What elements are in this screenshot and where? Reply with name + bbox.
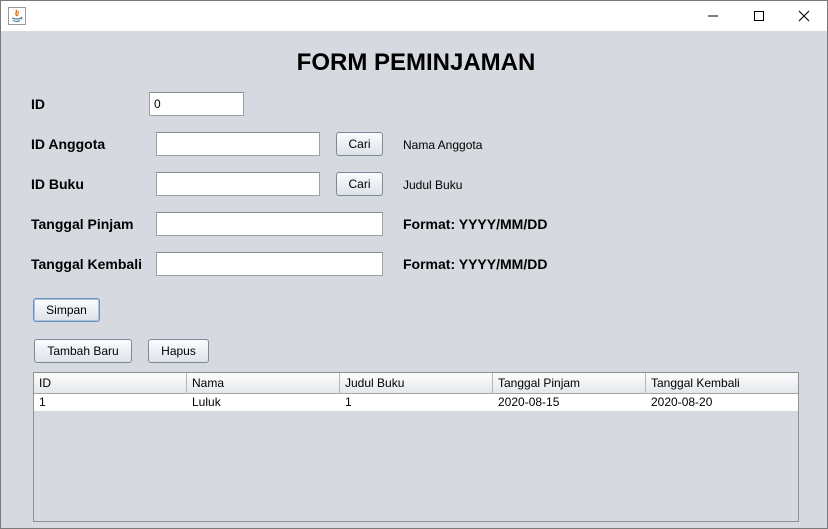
- nama-anggota-text: Nama Anggota: [403, 138, 483, 152]
- minimize-icon: [707, 10, 719, 22]
- judul-buku-text: Judul Buku: [403, 178, 463, 192]
- tanggal-pinjam-field[interactable]: [156, 212, 383, 236]
- maximize-icon: [753, 10, 765, 22]
- tambah-baru-button[interactable]: Tambah Baru: [34, 339, 132, 363]
- column-header-tanggal-kembali[interactable]: Tanggal Kembali: [646, 373, 798, 394]
- table-cell: 2020-08-15: [498, 395, 560, 409]
- hapus-button[interactable]: Hapus: [148, 339, 209, 363]
- form-title: FORM PEMINJAMAN: [296, 49, 536, 76]
- minimize-button[interactable]: [690, 1, 736, 31]
- id-buku-label: ID Buku: [31, 176, 84, 192]
- cari-buku-button[interactable]: Cari: [336, 172, 383, 196]
- id-anggota-field[interactable]: [156, 132, 320, 156]
- close-button[interactable]: [781, 1, 827, 31]
- tanggal-kembali-label: Tanggal Kembali: [31, 256, 142, 272]
- table-row[interactable]: 1 Luluk 1 2020-08-15 2020-08-20: [34, 394, 798, 411]
- simpan-button[interactable]: Simpan: [33, 298, 100, 322]
- form-panel: FORM PEMINJAMAN ID ID Anggota Cari Nama …: [1, 31, 827, 528]
- app-window: FORM PEMINJAMAN ID ID Anggota Cari Nama …: [0, 0, 828, 529]
- tanggal-kembali-format-hint: Format: YYYY/MM/DD: [403, 256, 548, 272]
- table-cell: 2020-08-20: [651, 395, 713, 409]
- tanggal-pinjam-format-hint: Format: YYYY/MM/DD: [403, 216, 548, 232]
- table-cell: Luluk: [192, 395, 221, 409]
- table-header: ID Nama Judul Buku Tanggal Pinjam Tangga…: [34, 373, 798, 394]
- peminjaman-table[interactable]: ID Nama Judul Buku Tanggal Pinjam Tangga…: [33, 372, 799, 522]
- id-field[interactable]: [149, 92, 244, 116]
- id-label: ID: [31, 96, 45, 112]
- column-header-judul-buku[interactable]: Judul Buku: [340, 373, 493, 394]
- tanggal-kembali-field[interactable]: [156, 252, 383, 276]
- maximize-button[interactable]: [736, 1, 782, 31]
- column-header-id[interactable]: ID: [34, 373, 187, 394]
- id-anggota-label: ID Anggota: [31, 136, 106, 152]
- cari-anggota-button[interactable]: Cari: [336, 132, 383, 156]
- table-cell: 1: [39, 395, 46, 409]
- java-app-icon: [8, 7, 26, 25]
- column-header-tanggal-pinjam[interactable]: Tanggal Pinjam: [493, 373, 646, 394]
- table-cell: 1: [345, 395, 352, 409]
- close-icon: [798, 10, 810, 22]
- title-bar: [1, 1, 827, 31]
- id-buku-field[interactable]: [156, 172, 320, 196]
- column-header-nama[interactable]: Nama: [187, 373, 340, 394]
- tanggal-pinjam-label: Tanggal Pinjam: [31, 216, 134, 232]
